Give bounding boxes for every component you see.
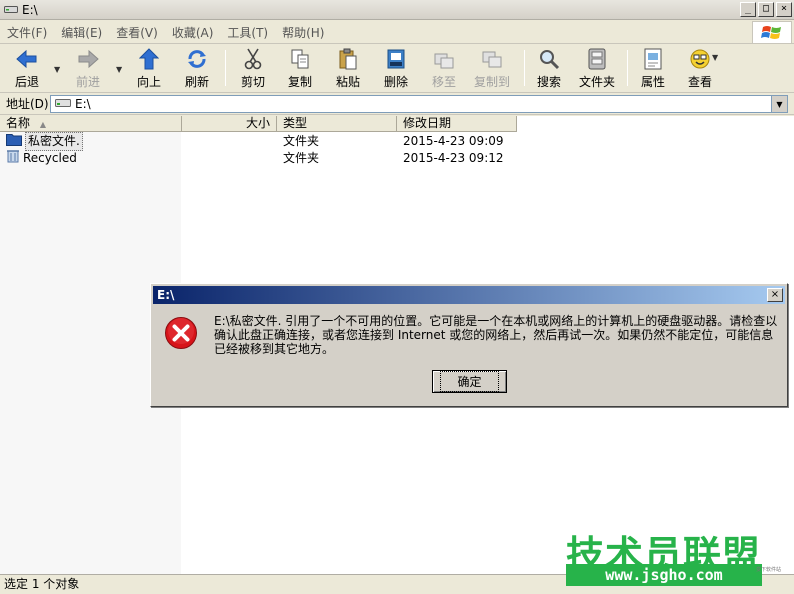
list-item[interactable]: 私密文件. <box>6 132 83 151</box>
folders-button[interactable]: 文件夹 <box>573 48 621 90</box>
dialog-titlebar[interactable]: E:\ × <box>153 286 785 304</box>
address-input[interactable]: E:\ ▼ <box>50 95 788 113</box>
drive-icon <box>4 3 18 17</box>
forward-dropdown-icon[interactable]: ▼ <box>116 65 122 74</box>
toolbar-separator <box>627 50 628 86</box>
window-title: E:\ <box>22 2 38 17</box>
file-name: 私密文件. <box>25 132 83 151</box>
watermark-url: www.jsgho.com <box>566 564 762 586</box>
back-dropdown-icon[interactable]: ▼ <box>54 65 60 74</box>
up-arrow-icon <box>138 48 160 70</box>
window-titlebar[interactable]: E:\ _ □ × <box>0 0 794 20</box>
refresh-icon <box>186 48 208 70</box>
forward-arrow-icon <box>77 48 99 70</box>
back-arrow-icon <box>16 48 38 70</box>
column-header-type[interactable]: 类型 <box>277 116 397 132</box>
forward-button[interactable]: 前进 <box>64 48 112 90</box>
properties-button[interactable]: 属性 <box>629 48 677 90</box>
dialog-title: E:\ <box>157 288 175 302</box>
views-dropdown-icon[interactable]: ▼ <box>712 53 718 62</box>
refresh-button[interactable]: 刷新 <box>173 48 221 90</box>
copy-to-button[interactable]: 复制到 <box>468 48 516 90</box>
column-header-name[interactable]: 名称 ▲ <box>0 116 182 132</box>
paste-clipboard-icon <box>337 48 359 70</box>
back-button[interactable]: 后退 <box>3 48 51 90</box>
address-bar: 地址(D) E:\ ▼ <box>0 93 794 115</box>
drive-icon <box>55 97 71 111</box>
views-smiley-icon <box>689 48 711 70</box>
scissors-icon <box>242 48 264 70</box>
menu-view[interactable]: 查看(V) <box>109 24 165 41</box>
properties-icon <box>642 48 664 70</box>
menu-help[interactable]: 帮助(H) <box>275 24 331 41</box>
address-label: 地址(D) <box>6 97 49 111</box>
toolbar-separator <box>225 50 226 86</box>
search-button[interactable]: 搜索 <box>525 48 573 90</box>
error-icon <box>164 316 198 353</box>
delete-button[interactable]: 删除 <box>372 48 420 90</box>
file-name: Recycled <box>23 151 77 165</box>
move-to-icon <box>433 48 455 70</box>
recycle-bin-icon <box>6 149 20 168</box>
file-modified: 2015-4-23 09:09 <box>403 134 504 148</box>
menu-tools[interactable]: 工具(T) <box>220 24 275 41</box>
delete-icon <box>385 48 407 70</box>
menu-favorites[interactable]: 收藏(A) <box>165 24 221 41</box>
address-dropdown-icon[interactable]: ▼ <box>771 96 787 112</box>
move-to-button[interactable]: 移至 <box>420 48 468 90</box>
watermark-small-text: 变下软件站 <box>756 567 782 573</box>
toolbar: 后退 ▼ 前进 ▼ 向上 刷新 剪切 复制 粘贴 删除 移至 复制到 搜索 文件… <box>0 45 794 93</box>
error-dialog: E:\ × E:\私密文件. 引用了一个不可用的位置。它可能是一个在本机或网络上… <box>150 283 788 407</box>
copy-to-icon <box>481 48 503 70</box>
copy-button[interactable]: 复制 <box>276 48 324 90</box>
menu-file[interactable]: 文件(F) <box>0 24 54 41</box>
menu-edit[interactable]: 编辑(E) <box>54 24 109 41</box>
watermark-logo: 技术员联盟 www.jsgho.com 变下软件站 <box>566 524 794 590</box>
minimize-button[interactable]: _ <box>740 2 756 17</box>
column-header-modified[interactable]: 修改日期 <box>397 116 517 132</box>
list-item[interactable]: Recycled <box>6 150 77 167</box>
ok-button[interactable]: 确定 <box>432 370 507 393</box>
column-header-size[interactable]: 大小 <box>182 116 277 132</box>
close-button[interactable]: × <box>776 2 792 17</box>
address-value: E:\ <box>75 97 91 111</box>
cut-button[interactable]: 剪切 <box>229 48 277 90</box>
folders-icon <box>586 48 608 70</box>
file-modified: 2015-4-23 09:12 <box>403 151 504 165</box>
status-text: 选定 1 个对象 <box>4 577 80 591</box>
dialog-close-button[interactable]: × <box>767 288 783 302</box>
windows-logo-icon <box>752 21 792 44</box>
search-icon <box>538 48 560 70</box>
file-type: 文件夹 <box>283 134 320 148</box>
sort-ascending-icon: ▲ <box>39 120 46 129</box>
up-button[interactable]: 向上 <box>125 48 173 90</box>
maximize-button[interactable]: □ <box>758 2 774 17</box>
paste-button[interactable]: 粘贴 <box>324 48 372 90</box>
file-type: 文件夹 <box>283 151 320 165</box>
menubar: 文件(F) 编辑(E) 查看(V) 收藏(A) 工具(T) 帮助(H) <box>0 21 794 44</box>
copy-icon <box>289 48 311 70</box>
dialog-message: E:\私密文件. 引用了一个不可用的位置。它可能是一个在本机或网络上的计算机上的… <box>214 314 778 356</box>
